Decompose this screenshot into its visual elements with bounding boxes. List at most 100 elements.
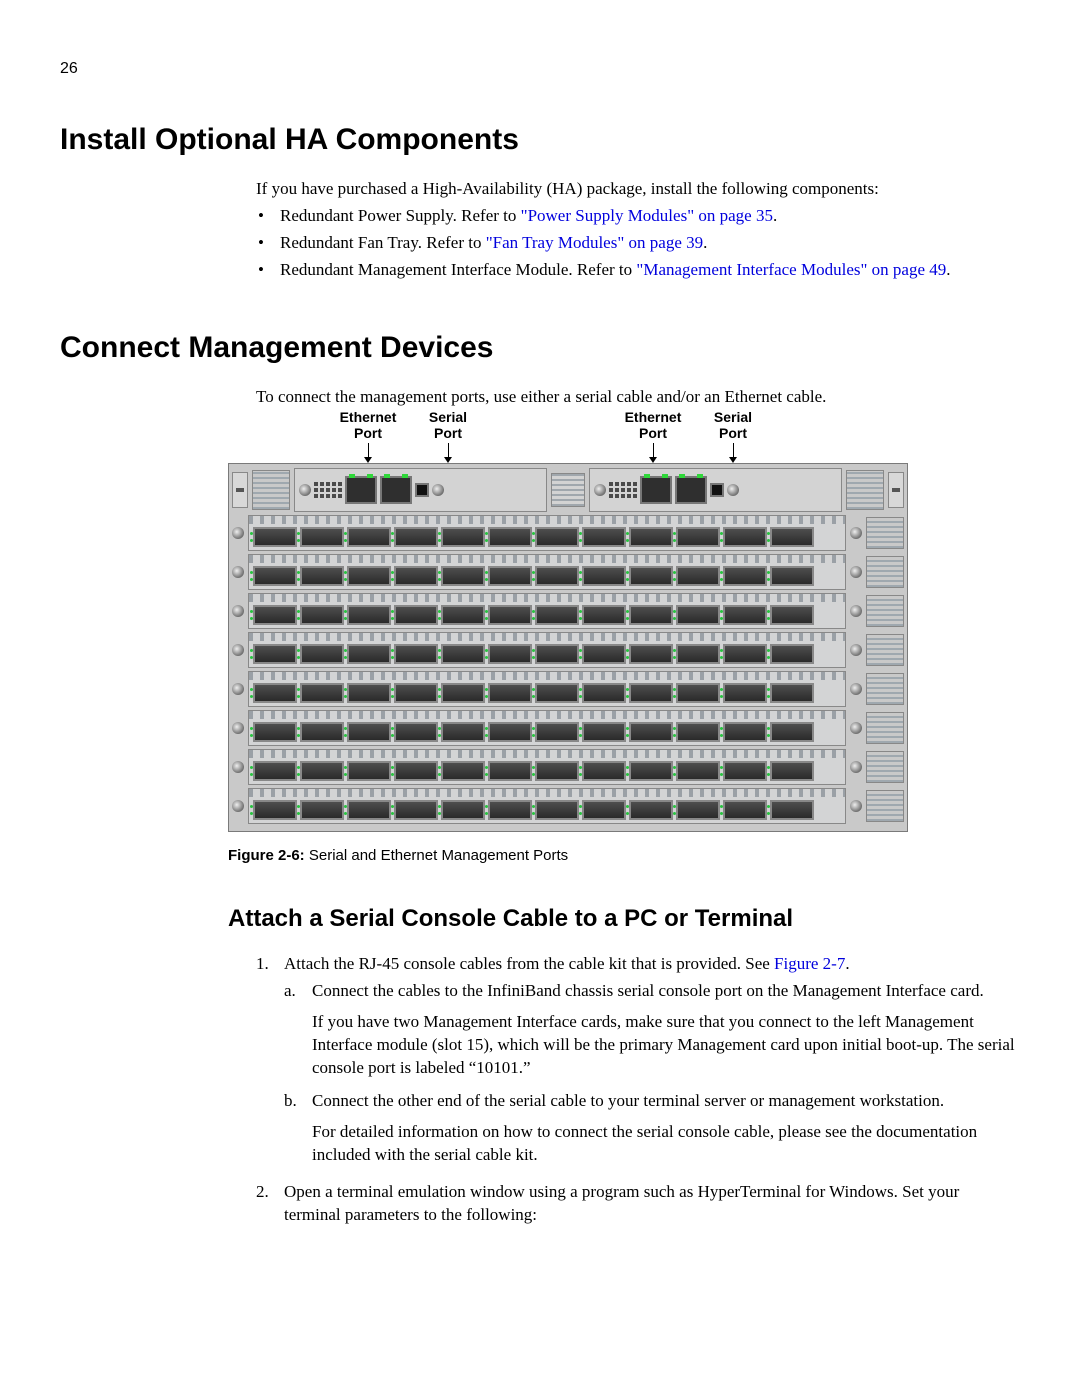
ib-port-icon [347, 722, 391, 742]
ib-port-icon [300, 800, 344, 820]
ib-port-icon [629, 527, 673, 547]
step1a-text: Connect the cables to the InfiniBand cha… [312, 981, 984, 1000]
ib-port-icon [582, 605, 626, 625]
ib-port-icon [629, 722, 673, 742]
vent-icon [846, 470, 884, 510]
vent-icon [866, 517, 904, 549]
bullet-item: Redundant Management Interface Module. R… [256, 259, 1020, 282]
screw-icon [850, 605, 862, 617]
handle-icon [232, 472, 248, 508]
linecard-row [232, 749, 904, 785]
ib-port-icon [300, 527, 344, 547]
steps-list: Attach the RJ-45 console cables from the… [256, 953, 1020, 1226]
ib-port-icon [253, 761, 297, 781]
link-figure-2-7[interactable]: Figure 2-7 [774, 954, 845, 973]
step1a-para2: If you have two Management Interface car… [312, 1011, 1020, 1080]
ib-port-icon [300, 761, 344, 781]
screw-icon [299, 484, 311, 496]
ib-port-icon [629, 761, 673, 781]
line-card [248, 554, 846, 590]
ib-port-icon [441, 800, 485, 820]
ib-port-icon [253, 605, 297, 625]
step1-lead: Attach the RJ-45 console cables from the… [284, 954, 774, 973]
figure-caption: Figure 2-6: Serial and Ethernet Manageme… [228, 846, 1020, 866]
section3-body: Attach the RJ-45 console cables from the… [256, 953, 1020, 1226]
ib-port-icon [676, 566, 720, 586]
ib-port-icon [347, 566, 391, 586]
section1-body: If you have purchased a High-Availabilit… [256, 178, 1020, 282]
ib-port-icon [394, 761, 438, 781]
ib-port-icon [770, 566, 814, 586]
ib-port-icon [723, 644, 767, 664]
line-card [248, 515, 846, 551]
ib-port-icon [723, 527, 767, 547]
line-card [248, 593, 846, 629]
step1b-para2: For detailed information on how to conne… [312, 1121, 1020, 1167]
link-mgmt-interface[interactable]: "Management Interface Modules" on page 4… [636, 260, 946, 279]
ib-port-icon [347, 761, 391, 781]
ib-port-icon [582, 800, 626, 820]
ib-port-icon [582, 683, 626, 703]
ib-port-icon [394, 527, 438, 547]
figure-2-6: EthernetPort SerialPort EthernetPort Ser… [228, 409, 1020, 866]
screw-icon [232, 761, 244, 773]
ib-port-icon [629, 683, 673, 703]
bullet-tail: . [703, 233, 707, 252]
ib-port-icon [723, 722, 767, 742]
ib-port-icon [723, 800, 767, 820]
ib-port-icon [394, 683, 438, 703]
ib-port-icon [394, 722, 438, 742]
section2-intro: To connect the management ports, use eit… [256, 386, 1020, 409]
ib-port-icon [629, 644, 673, 664]
ib-port-icon [441, 761, 485, 781]
ib-port-icon [300, 566, 344, 586]
ib-port-icon [535, 566, 579, 586]
link-fan-tray[interactable]: "Fan Tray Modules" on page 39 [486, 233, 703, 252]
vent-icon [866, 790, 904, 822]
heading-connect-mgmt: Connect Management Devices [60, 328, 1020, 369]
ib-port-icon [300, 605, 344, 625]
linecard-row [232, 554, 904, 590]
label-serial-port: SerialPort [418, 409, 478, 441]
ib-port-icon [582, 566, 626, 586]
ib-port-icon [488, 566, 532, 586]
ib-port-icon [723, 605, 767, 625]
ib-port-icon [770, 605, 814, 625]
ib-port-icon [770, 644, 814, 664]
ib-port-icon [676, 683, 720, 703]
step1b-text: Connect the other end of the serial cabl… [312, 1091, 944, 1110]
screw-icon [850, 644, 862, 656]
screw-icon [850, 683, 862, 695]
screw-icon [850, 722, 862, 734]
led-grid-icon [609, 482, 637, 498]
ib-port-icon [676, 644, 720, 664]
ib-port-icon [394, 566, 438, 586]
label-serial-port: SerialPort [703, 409, 763, 441]
ib-port-icon [535, 605, 579, 625]
bullet-item: Redundant Fan Tray. Refer to "Fan Tray M… [256, 232, 1020, 255]
figure-text: Serial and Ethernet Management Ports [305, 847, 568, 864]
linecard-row [232, 710, 904, 746]
bullet-lead: Redundant Fan Tray. Refer to [280, 233, 486, 252]
vent-icon [866, 634, 904, 666]
linecard-row [232, 788, 904, 824]
ib-port-icon [582, 527, 626, 547]
ib-port-icon [488, 800, 532, 820]
page-number: 26 [60, 58, 1020, 80]
ib-port-icon [488, 644, 532, 664]
step-1a: Connect the cables to the InfiniBand cha… [284, 980, 1020, 1080]
ib-port-icon [441, 566, 485, 586]
serial-port-icon [675, 476, 707, 504]
vent-icon [866, 595, 904, 627]
ib-port-icon [723, 683, 767, 703]
ib-port-icon [676, 722, 720, 742]
line-card [248, 632, 846, 668]
ib-port-icon [253, 644, 297, 664]
link-power-supply[interactable]: "Power Supply Modules" on page 35 [521, 206, 773, 225]
linecard-row [232, 671, 904, 707]
ib-port-icon [253, 683, 297, 703]
ib-port-icon [253, 800, 297, 820]
ib-port-icon [394, 605, 438, 625]
ib-port-icon [488, 722, 532, 742]
ib-port-icon [770, 722, 814, 742]
